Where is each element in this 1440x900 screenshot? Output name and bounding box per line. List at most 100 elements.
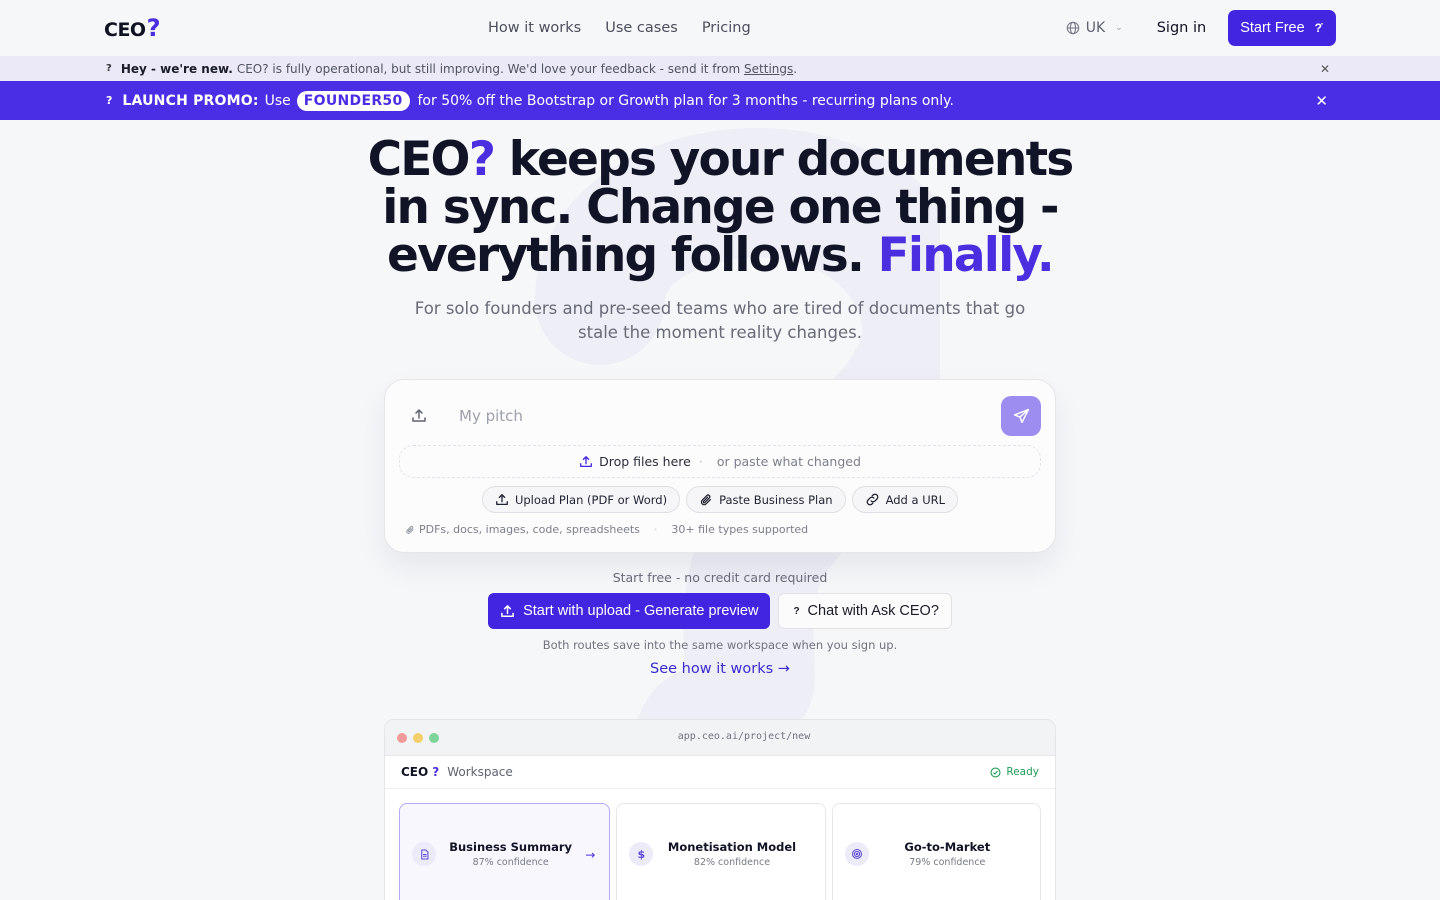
hero: CEO? keeps your documents in sync. Chang… xyxy=(0,136,1440,345)
tile-text: Go-to-Market 79% confidence xyxy=(869,840,1026,868)
separator-dot: · xyxy=(653,523,658,536)
workspace-label: Workspace xyxy=(447,765,513,779)
tile-text: Monetisation Model 82% confidence xyxy=(653,840,810,868)
announcement-tail: . xyxy=(793,61,798,76)
close-icon[interactable]: ✕ xyxy=(1320,62,1330,76)
brand-mark-icon: ? xyxy=(793,605,800,617)
tile-title: Monetisation Model xyxy=(667,840,797,854)
paste-plan-chip[interactable]: Paste Business Plan xyxy=(686,486,846,513)
brand-mark-icon: ?̇ xyxy=(1314,21,1322,35)
paperclip-icon xyxy=(700,493,712,505)
upload-button[interactable] xyxy=(399,396,439,436)
announcement-bar: ? Hey - we're new. CEO? is fully operati… xyxy=(0,56,1440,81)
start-upload-button[interactable]: Start with upload - Generate preview xyxy=(488,593,771,629)
supported-formats: PDFs, docs, images, code, spreadsheets xyxy=(419,523,640,536)
pitch-input[interactable]: My pitch xyxy=(439,407,1001,425)
headline-accent: Finally. xyxy=(877,228,1055,283)
promo-pre: Use xyxy=(264,92,291,109)
language-label: UK xyxy=(1085,20,1106,36)
chevron-down-icon: ⌄ xyxy=(1115,23,1123,33)
status-label: Ready xyxy=(1006,766,1039,778)
tile-go-to-market[interactable]: Go-to-Market 79% confidence xyxy=(831,803,1041,900)
see-how-link[interactable]: See how it works → xyxy=(0,661,1440,677)
dollar-icon: $ xyxy=(629,842,654,866)
tile-confidence: 87% confidence xyxy=(472,857,549,868)
upload-icon xyxy=(580,455,592,467)
promo-code-badge[interactable]: FOUNDER50 xyxy=(296,90,410,111)
chat-ask-ceo-button[interactable]: ? Chat with Ask CEO? xyxy=(778,593,952,629)
upload-icon xyxy=(412,409,426,422)
headline-mark: ? xyxy=(468,132,496,187)
start-free-label: Start Free xyxy=(1240,20,1305,36)
logo-text: CEO xyxy=(104,19,146,41)
app-preview-window: app.ceo.ai/project/new CEO? Workspace Re… xyxy=(384,719,1056,900)
promo-bar: ? LAUNCH PROMO: Use FOUNDER50 for 50% of… xyxy=(0,81,1440,120)
top-nav: CEO? How it works Use cases Pricing UK ⌄… xyxy=(0,0,1440,56)
both-routes-note: Both routes save into the same workspace… xyxy=(542,638,898,652)
sign-in-link[interactable]: Sign in xyxy=(1157,20,1206,36)
workspace-header: CEO? Workspace Ready xyxy=(385,756,1055,789)
announcement-text: CEO? is fully operational, but still imp… xyxy=(236,61,745,76)
check-circle-icon xyxy=(990,766,1001,778)
file-support-meta: PDFs, docs, images, code, spreadsheets ·… xyxy=(399,523,1041,536)
tile-title: Business Summary xyxy=(449,840,573,854)
window-url: app.ceo.ai/project/new xyxy=(677,731,811,742)
document-tiles: Business Summary 87% confidence → $ Mone… xyxy=(385,789,1055,900)
chip-label: Add a URL xyxy=(885,492,946,507)
upload-plan-chip[interactable]: Upload Plan (PDF or Word) xyxy=(481,486,681,513)
promo-post: for 50% off the Bootstrap or Growth plan… xyxy=(417,92,954,109)
drop-label: Drop files here xyxy=(599,454,691,469)
tile-confidence: 79% confidence xyxy=(909,857,986,868)
close-icon[interactable]: ✕ xyxy=(1315,92,1328,110)
cta-row: Start with upload - Generate preview ? C… xyxy=(0,593,1440,629)
drop-alt: or paste what changed xyxy=(716,454,861,469)
workspace-brand: CEO xyxy=(401,765,429,779)
hero-subtitle: For solo founders and pre-seed teams who… xyxy=(414,299,1026,342)
upload-icon xyxy=(501,604,514,617)
arrow-right-icon: → xyxy=(585,848,596,862)
free-note: Start free - no credit card required xyxy=(612,570,828,585)
tile-monetisation-model[interactable]: $ Monetisation Model 82% confidence xyxy=(616,803,826,900)
add-url-chip[interactable]: Add a URL xyxy=(851,486,959,513)
chat-label: Chat with Ask CEO? xyxy=(807,603,939,619)
announcement-bold: Hey - we're new. xyxy=(120,61,233,76)
workspace-brand-mark: ? xyxy=(432,765,440,779)
paperclip-icon xyxy=(406,525,414,534)
upload-icon xyxy=(496,493,508,505)
window-titlebar: app.ceo.ai/project/new xyxy=(385,720,1055,756)
status-badge: Ready xyxy=(990,766,1039,778)
settings-link[interactable]: Settings xyxy=(744,62,793,76)
chip-label: Upload Plan (PDF or Word) xyxy=(514,492,668,507)
tile-text: Business Summary 87% confidence xyxy=(436,840,585,868)
tile-confidence: 82% confidence xyxy=(693,857,771,868)
globe-icon xyxy=(1066,21,1079,35)
send-button[interactable] xyxy=(1001,396,1041,436)
hero-headline: CEO? keeps your documents in sync. Chang… xyxy=(340,136,1100,280)
composer-top-row: My pitch xyxy=(399,396,1041,436)
link-icon xyxy=(866,493,878,506)
tile-business-summary[interactable]: Business Summary 87% confidence → xyxy=(399,803,611,900)
start-free-button[interactable]: Start Free ?̇ xyxy=(1228,10,1336,46)
document-icon xyxy=(412,842,436,866)
target-icon xyxy=(844,842,869,866)
brand-mark-icon: ? xyxy=(106,94,113,107)
composer-card: My pitch Drop files here · or paste what… xyxy=(384,379,1056,553)
brand-mark-icon: ? xyxy=(106,63,112,74)
drop-zone[interactable]: Drop files here · or paste what changed xyxy=(399,445,1041,478)
separator-dot: · xyxy=(698,454,703,469)
nav-right: UK ⌄ Sign in Start Free ?̇ xyxy=(1066,10,1336,46)
nav-link-pricing[interactable]: Pricing xyxy=(702,20,751,36)
nav-links: How it works Use cases Pricing xyxy=(488,0,751,56)
promo-label: LAUNCH PROMO: xyxy=(122,92,259,109)
logo[interactable]: CEO? xyxy=(104,14,161,42)
nav-link-how-it-works[interactable]: How it works xyxy=(488,20,581,36)
supported-count: 30+ file types supported xyxy=(671,523,809,536)
start-upload-label: Start with upload - Generate preview xyxy=(523,603,759,619)
language-selector[interactable]: UK ⌄ xyxy=(1066,20,1123,36)
nav-link-use-cases[interactable]: Use cases xyxy=(605,20,678,36)
chip-label: Paste Business Plan xyxy=(719,492,833,507)
logo-mark: ? xyxy=(146,14,161,42)
action-chips: Upload Plan (PDF or Word) Paste Business… xyxy=(399,486,1041,513)
tile-title: Go-to-Market xyxy=(904,840,991,854)
headline-brand: CEO xyxy=(367,132,471,187)
